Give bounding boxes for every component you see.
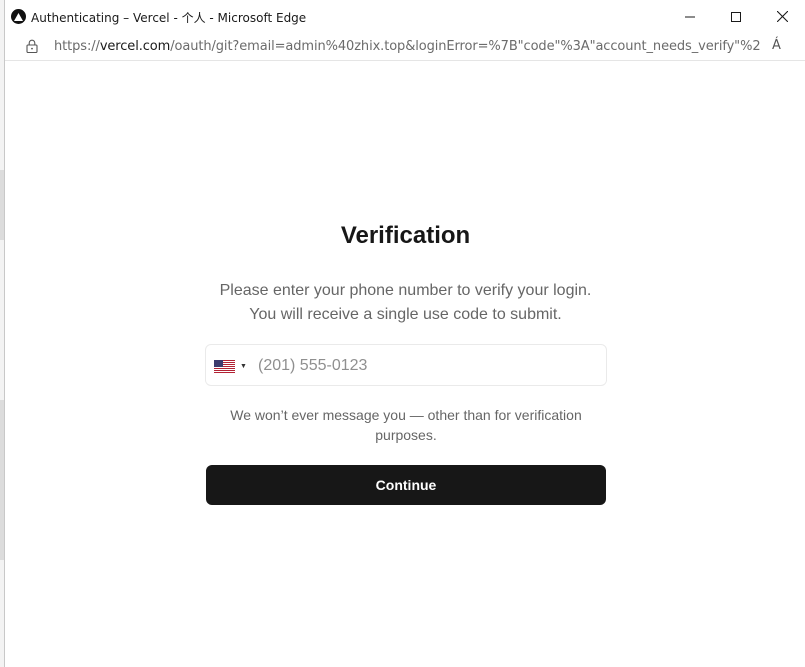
privacy-note: We won’t ever message you — other than f… — [230, 407, 582, 443]
maximize-button[interactable] — [713, 0, 759, 33]
page-content: Verification Please enter your phone num… — [5, 62, 805, 667]
url-host: vercel.com — [99, 39, 171, 54]
window-title: Authenticating – Vercel - 个人 - Microsoft… — [31, 11, 307, 25]
title-bar: Authenticating – Vercel - 个人 - Microsoft… — [5, 0, 805, 33]
url-scheme: https:// — [54, 39, 100, 54]
address-bar[interactable]: https://vercel.com/oauth/git?email=admin… — [5, 33, 805, 61]
phone-number-field: ▼ — [205, 344, 607, 386]
chevron-down-icon: ▼ — [240, 362, 247, 370]
phone-input[interactable] — [258, 356, 588, 376]
close-icon — [776, 11, 788, 22]
url-text[interactable]: https://vercel.com/oauth/git?email=admin… — [54, 39, 760, 54]
continue-button[interactable]: Continue — [206, 465, 606, 505]
subtitle: Please enter your phone number to verify… — [155, 279, 656, 327]
close-button[interactable] — [759, 0, 805, 33]
page-title: Verification — [340, 222, 471, 249]
subtitle-line-1: Please enter your phone number to verify… — [219, 282, 592, 299]
minimize-icon — [685, 16, 695, 17]
vercel-logo-icon — [11, 9, 26, 24]
url-path: /oauth/git?email=admin%40zhix.top&loginE… — [170, 39, 760, 54]
maximize-icon — [731, 11, 741, 22]
read-aloud-icon[interactable]: Á — [772, 38, 781, 53]
us-flag-icon — [214, 359, 235, 373]
subtitle-line-2: You will receive a single use code to su… — [249, 306, 562, 323]
lock-icon[interactable] — [26, 39, 38, 58]
minimize-button[interactable] — [667, 0, 713, 33]
country-selector[interactable]: ▼ — [214, 358, 252, 374]
popup-window: Authenticating – Vercel - 个人 - Microsoft… — [4, 0, 805, 667]
